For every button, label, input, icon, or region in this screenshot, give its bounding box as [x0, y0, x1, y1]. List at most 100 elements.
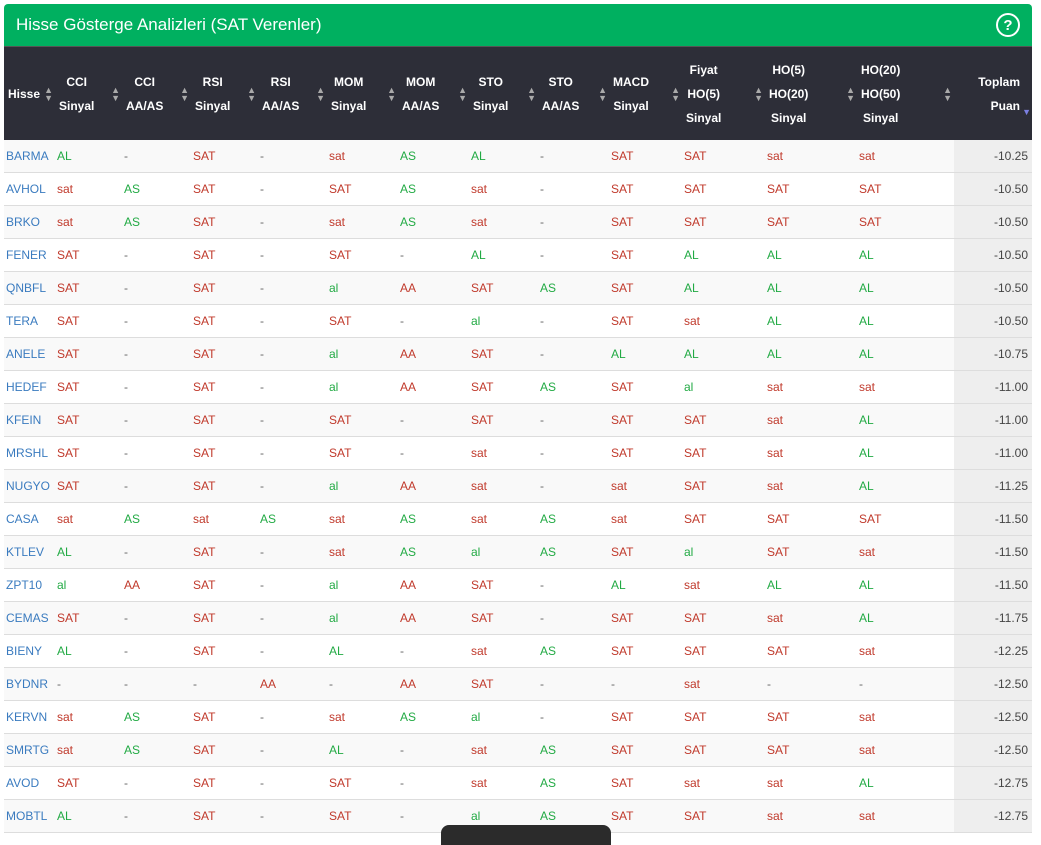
column-header-hisse[interactable]: Hisse ▲ ▼	[4, 46, 55, 140]
signal-cell: SAT	[609, 140, 682, 173]
signal-cell: -	[398, 238, 469, 272]
signal-cell: sat	[857, 535, 954, 569]
stock-link[interactable]: BIENY	[4, 634, 55, 668]
total-score: -10.50	[954, 304, 1032, 338]
signal-cell: -	[538, 205, 609, 239]
signal-cell: SAT	[682, 140, 765, 173]
column-header-toplam-puan[interactable]: Toplam Puan ▼	[954, 46, 1032, 140]
stock-link[interactable]: CASA	[4, 502, 55, 536]
column-header-mom-sinyal[interactable]: MOM Sinyal ▲ ▼	[327, 46, 398, 140]
signal-cell: -	[327, 667, 398, 701]
column-header-macd-sinyal[interactable]: MACD Sinyal ▲ ▼	[609, 46, 682, 140]
sort-icon[interactable]: ▲ ▼	[387, 85, 396, 102]
signal-cell: AS	[538, 766, 609, 800]
signal-cell: -	[538, 403, 609, 437]
stock-link[interactable]: MRSHL	[4, 436, 55, 470]
stock-link[interactable]: BYDNR	[4, 667, 55, 701]
signal-cell: -	[398, 766, 469, 800]
signal-cell: SAT	[55, 337, 122, 371]
column-header-cci-sinyal[interactable]: CCI Sinyal ▲ ▼	[55, 46, 122, 140]
signal-cell: -	[122, 403, 191, 437]
column-header-ho-5-ho-20-sinyal[interactable]: HO(5) HO(20) Sinyal ▲ ▼	[765, 46, 857, 140]
signal-cell: SAT	[191, 403, 258, 437]
signal-cell: SAT	[609, 601, 682, 635]
sort-icon[interactable]: ▲ ▼	[316, 85, 325, 102]
signal-cell: SAT	[609, 535, 682, 569]
signal-cell: sat	[857, 140, 954, 173]
column-header-rsi-aa-as[interactable]: RSI AA/AS ▲ ▼	[258, 46, 327, 140]
stock-link[interactable]: ZPT10	[4, 568, 55, 602]
sort-icon[interactable]: ▲ ▼	[180, 85, 189, 102]
sort-icon[interactable]: ▲ ▼	[247, 85, 256, 102]
column-header-label: MACD Sinyal	[613, 70, 649, 118]
signal-cell: -	[122, 436, 191, 470]
sort-icon[interactable]: ▲ ▼	[943, 85, 952, 102]
signal-cell: SAT	[857, 172, 954, 206]
signal-cell: SAT	[765, 205, 857, 239]
table-row: AVOD SAT - SAT - SAT - sat AS SAT sat sat AL -12.75	[4, 766, 1032, 800]
signal-cell: al	[55, 568, 122, 602]
stock-link[interactable]: BRKO	[4, 205, 55, 239]
header-text: Hisse	[8, 86, 41, 101]
stock-link[interactable]: KTLEV	[4, 535, 55, 569]
stock-link[interactable]: CEMAS	[4, 601, 55, 635]
sort-icon[interactable]: ▲ ▼	[111, 85, 120, 102]
signal-cell: SAT	[609, 634, 682, 668]
column-header-sto-aa-as[interactable]: STO AA/AS ▲ ▼	[538, 46, 609, 140]
signal-cell: SAT	[469, 271, 538, 305]
column-header-ho-20-ho-50-sinyal[interactable]: HO(20) HO(50) Sinyal ▲ ▼	[857, 46, 954, 140]
sort-icon[interactable]: ▲ ▼	[671, 85, 680, 102]
signal-cell: -	[398, 403, 469, 437]
stock-link[interactable]: TERA	[4, 304, 55, 338]
signal-cell: SAT	[609, 700, 682, 734]
signal-cell: SAT	[682, 733, 765, 767]
signal-cell: sat	[682, 766, 765, 800]
sort-icon[interactable]: ▲ ▼	[754, 85, 763, 102]
stock-link[interactable]: NUGYO	[4, 469, 55, 503]
stock-link[interactable]: FENER	[4, 238, 55, 272]
column-header-fiyat-ho-5-sinyal[interactable]: Fiyat HO(5) Sinyal ▲ ▼	[682, 46, 765, 140]
signal-cell: AS	[538, 370, 609, 404]
stock-link[interactable]: MOBTL	[4, 799, 55, 833]
stock-link[interactable]: KFEIN	[4, 403, 55, 437]
signal-cell: SAT	[765, 535, 857, 569]
sort-desc-icon[interactable]: ▼	[1022, 100, 1031, 124]
sort-icon[interactable]: ▲ ▼	[458, 85, 467, 102]
signal-cell: SAT	[469, 337, 538, 371]
stock-link[interactable]: AVHOL	[4, 172, 55, 206]
column-header-mom-aa-as[interactable]: MOM AA/AS ▲ ▼	[398, 46, 469, 140]
column-header-label: Toplam Puan	[978, 70, 1020, 118]
signal-cell: SAT	[55, 403, 122, 437]
column-header-cci-aa-as[interactable]: CCI AA/AS ▲ ▼	[122, 46, 191, 140]
signal-cell: AS	[122, 205, 191, 239]
stock-link[interactable]: HEDEF	[4, 370, 55, 404]
signal-cell: -	[258, 766, 327, 800]
signal-cell: AS	[122, 733, 191, 767]
sort-icon[interactable]: ▲ ▼	[527, 85, 536, 102]
stock-link[interactable]: QNBFL	[4, 271, 55, 305]
signal-cell: AL	[609, 568, 682, 602]
signal-cell: AA	[398, 601, 469, 635]
signal-cell: SAT	[55, 436, 122, 470]
sort-icon[interactable]: ▲ ▼	[598, 85, 607, 102]
signal-cell: sat	[327, 205, 398, 239]
column-header-sto-sinyal[interactable]: STO Sinyal ▲ ▼	[469, 46, 538, 140]
stock-link[interactable]: SMRTG	[4, 733, 55, 767]
signal-cell: -	[122, 140, 191, 173]
signal-cell: AL	[609, 337, 682, 371]
signal-cell: SAT	[191, 601, 258, 635]
stock-link[interactable]: KERVN	[4, 700, 55, 734]
signal-cell: sat	[609, 502, 682, 536]
signal-cell: AS	[398, 205, 469, 239]
signal-cell: -	[122, 370, 191, 404]
stock-link[interactable]: AVOD	[4, 766, 55, 800]
sort-icon[interactable]: ▲ ▼	[846, 85, 855, 102]
signal-cell: sat	[55, 733, 122, 767]
stock-link[interactable]: ANELE	[4, 337, 55, 371]
sort-icon[interactable]: ▲ ▼	[44, 85, 53, 102]
stock-link[interactable]: BARMA	[4, 140, 55, 173]
header-text: HO(50)	[861, 86, 901, 101]
header-text: AA/AS	[402, 98, 440, 113]
question-circle-icon[interactable]: ?	[996, 13, 1020, 37]
column-header-rsi-sinyal[interactable]: RSI Sinyal ▲ ▼	[191, 46, 258, 140]
